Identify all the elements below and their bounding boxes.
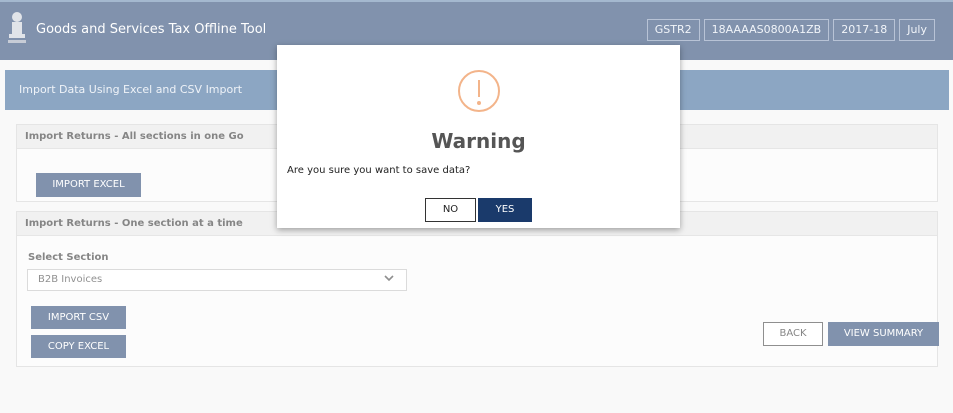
dialog-message: Are you sure you want to save data?: [287, 165, 471, 176]
dialog-title: Warning: [431, 129, 526, 153]
yes-button[interactable]: YES: [478, 198, 532, 222]
warning-dialog: Warning Are you sure you want to save da…: [277, 45, 680, 228]
no-button[interactable]: NO: [425, 198, 476, 222]
warning-icon: [458, 70, 500, 112]
